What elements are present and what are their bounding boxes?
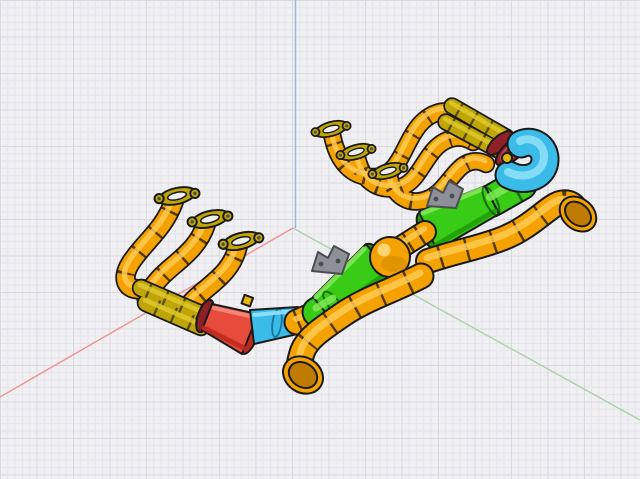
front-flange-1[interactable]: [153, 183, 201, 209]
front-hanger-bracket[interactable]: [312, 246, 349, 274]
reducer-bolt: [242, 295, 254, 307]
scene-3d: [0, 0, 640, 479]
left-tailpipe-mouth: [276, 349, 330, 402]
viewport-canvas[interactable]: [0, 0, 640, 479]
elbow-bolt: [502, 153, 512, 163]
rear-inlet-elbow[interactable]: [502, 139, 545, 178]
